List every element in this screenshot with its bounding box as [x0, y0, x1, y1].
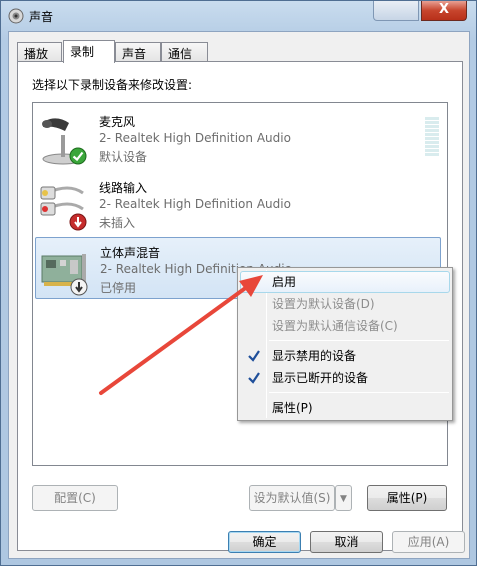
set-default-button[interactable]: 设为默认值(S)	[249, 485, 335, 511]
menu-item-label: 启用	[272, 275, 297, 289]
menu-item-enable[interactable]: 启用	[240, 271, 450, 293]
device-item-microphone[interactable]: 麦克风 2- Realtek High Definition Audio 默认设…	[35, 107, 441, 169]
properties-button[interactable]: 属性(P)	[367, 485, 447, 511]
ok-button[interactable]: 确定	[228, 531, 301, 553]
device-name: 线路输入	[99, 181, 148, 195]
instruction-text: 选择以下录制设备来修改设置:	[32, 78, 193, 92]
menu-item-set-default[interactable]: 设置为默认设备(D)	[240, 293, 450, 315]
chevron-down-icon: ▼	[340, 494, 347, 504]
device-item-line-in[interactable]: 线路输入 2- Realtek High Definition Audio 未插…	[35, 173, 441, 235]
device-driver: 2- Realtek High Definition Audio	[99, 131, 291, 145]
device-status: 未插入	[99, 216, 136, 230]
check-badge-icon	[69, 147, 87, 165]
configure-button[interactable]: 配置(C)	[32, 485, 118, 511]
menu-item-label: 属性(P)	[272, 401, 313, 415]
speaker-icon	[8, 8, 24, 24]
unplugged-badge-icon	[69, 213, 87, 231]
device-driver: 2- Realtek High Definition Audio	[99, 197, 291, 211]
menu-item-properties[interactable]: 属性(P)	[240, 397, 450, 419]
close-button[interactable]: X	[421, 1, 467, 21]
menu-item-show-disabled[interactable]: 显示禁用的设备	[240, 345, 450, 367]
window-title: 声音	[29, 10, 54, 24]
level-meter	[425, 117, 439, 157]
device-status: 已停用	[100, 281, 137, 295]
tab-recording[interactable]: 录制	[63, 40, 115, 63]
menu-separator	[269, 340, 449, 341]
sound-dialog-window: 声音 X 播放 录制 声音 通信 选择以下录制设备来修改设置: 麦克风 2- R…	[0, 0, 477, 566]
device-status: 默认设备	[99, 150, 148, 164]
minimize-button[interactable]	[373, 1, 419, 21]
tab-playback[interactable]: 播放	[17, 42, 62, 62]
cancel-button[interactable]: 取消	[310, 531, 383, 553]
menu-separator	[269, 392, 449, 393]
apply-button[interactable]: 应用(A)	[392, 531, 465, 553]
set-default-dropdown-button[interactable]: ▼	[335, 485, 352, 511]
title-bar[interactable]: 声音 X	[1, 1, 476, 31]
menu-item-label: 设置为默认通信设备(C)	[272, 319, 398, 333]
tab-sounds[interactable]: 声音	[115, 42, 161, 62]
device-name: 立体声混音	[100, 246, 161, 260]
menu-item-label: 设置为默认设备(D)	[272, 297, 375, 311]
menu-item-show-disconnected[interactable]: 显示已断开的设备	[240, 367, 450, 389]
device-name: 麦克风	[99, 115, 136, 129]
tab-communications[interactable]: 通信	[161, 42, 208, 62]
menu-item-label: 显示已断开的设备	[272, 371, 369, 385]
menu-item-label: 显示禁用的设备	[272, 349, 357, 363]
context-menu: 启用 设置为默认设备(D) 设置为默认通信设备(C) 显示禁用的设备 显示已断开…	[237, 267, 453, 421]
checkmark-icon	[248, 372, 260, 384]
disabled-badge-icon	[70, 278, 88, 296]
checkmark-icon	[248, 350, 260, 362]
menu-item-set-default-comm[interactable]: 设置为默认通信设备(C)	[240, 315, 450, 337]
